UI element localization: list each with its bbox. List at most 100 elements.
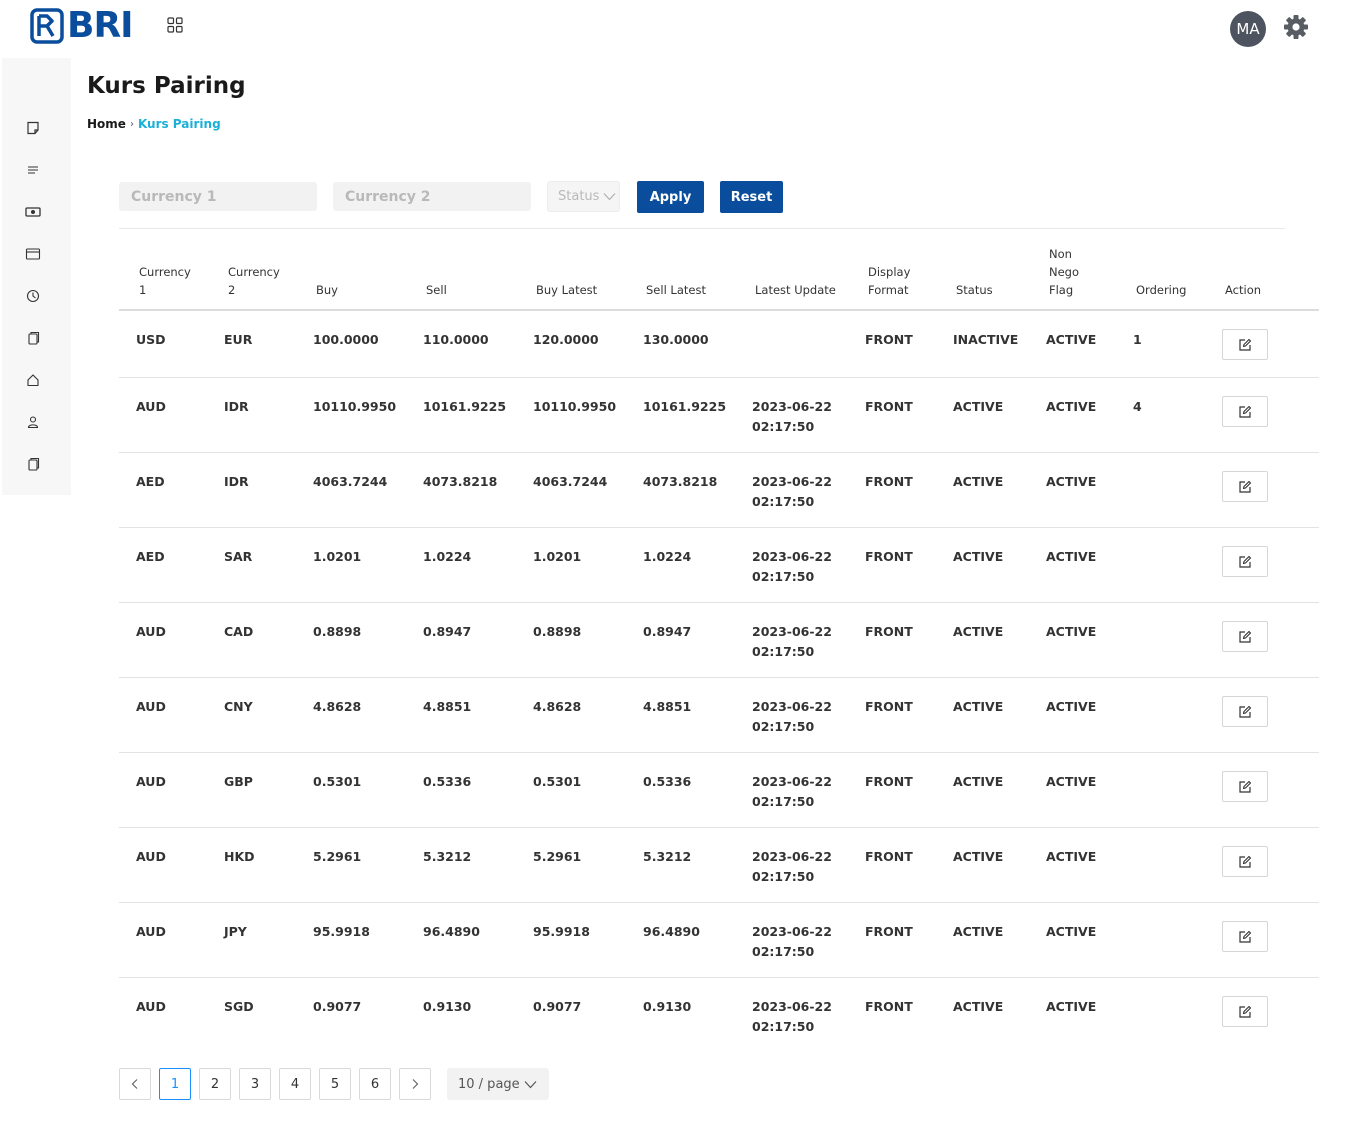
- cell-display-format: FRONT: [865, 332, 913, 347]
- cell-sell-latest: 0.5336: [643, 774, 692, 789]
- edit-button[interactable]: [1222, 996, 1268, 1027]
- cell-currency2: IDR: [224, 474, 249, 489]
- avatar[interactable]: MA: [1230, 11, 1266, 47]
- cell-currency1: AUD: [136, 849, 166, 864]
- cell-non-nego-flag: ACTIVE: [1046, 332, 1097, 347]
- cell-buy: 4.8628: [313, 699, 362, 714]
- page-size-select[interactable]: 10 / page: [447, 1068, 549, 1100]
- status-select[interactable]: Status: [547, 181, 620, 212]
- cell-sell: 0.9130: [423, 999, 472, 1014]
- cell-buy: 0.5301: [313, 774, 362, 789]
- sidebar-item-list[interactable]: [25, 162, 41, 178]
- cell-currency2: SGD: [224, 999, 254, 1014]
- cell-buy: 4063.7244: [313, 474, 388, 489]
- user-icon: [27, 416, 39, 429]
- cell-currency2: HKD: [224, 849, 255, 864]
- status-select-label: Status: [558, 189, 600, 204]
- cell-buy: 10110.9950: [313, 399, 397, 414]
- page-6-button[interactable]: 6: [359, 1068, 391, 1100]
- sidebar-item-card[interactable]: [25, 246, 41, 262]
- sidebar-item-money[interactable]: [25, 204, 41, 220]
- grid-icon[interactable]: [167, 17, 183, 33]
- cell-non-nego-flag: ACTIVE: [1046, 849, 1097, 864]
- page-2-button[interactable]: 2: [199, 1068, 231, 1100]
- edit-button[interactable]: [1222, 846, 1268, 877]
- gear-icon[interactable]: [1282, 13, 1310, 41]
- cell-display-format: FRONT: [865, 399, 913, 414]
- edit-icon: [1239, 338, 1252, 351]
- list-icon: [28, 166, 38, 174]
- currency1-input[interactable]: [119, 182, 317, 211]
- header-sell-latest: Sell Latest: [646, 283, 706, 297]
- chevron-down-icon: [603, 193, 616, 201]
- edit-button[interactable]: [1222, 921, 1268, 952]
- cell-currency2: CAD: [224, 624, 254, 639]
- page-1-button[interactable]: 1: [159, 1068, 191, 1100]
- cell-sell: 4073.8218: [423, 474, 498, 489]
- sidebar-item-copy[interactable]: [25, 456, 41, 472]
- breadcrumb-home-link[interactable]: Home: [87, 117, 126, 131]
- table-row: AED IDR 4063.7244 4073.8218 4063.7244 40…: [119, 453, 1319, 528]
- cell-currency1: AUD: [136, 699, 166, 714]
- cell-ordering: 4: [1133, 399, 1142, 414]
- page-5-button[interactable]: 5: [319, 1068, 351, 1100]
- table-row: AUD GBP 0.5301 0.5336 0.5301 0.5336 2023…: [119, 753, 1319, 828]
- edit-button[interactable]: [1222, 621, 1268, 652]
- cell-buy-latest: 10110.9950: [533, 399, 617, 414]
- page-4-button[interactable]: 4: [279, 1068, 311, 1100]
- edit-button[interactable]: [1222, 546, 1268, 577]
- cell-buy-latest: 120.0000: [533, 332, 599, 347]
- cell-sell-latest: 10161.9225: [643, 399, 727, 414]
- divider: [119, 228, 1285, 229]
- cell-non-nego-flag: ACTIVE: [1046, 774, 1097, 789]
- cell-non-nego-flag: ACTIVE: [1046, 699, 1097, 714]
- cell-latest-update: 2023-06-22 02:17:50: [752, 999, 832, 1034]
- reset-button[interactable]: Reset: [720, 181, 783, 213]
- chevron-right-icon: [412, 1079, 419, 1089]
- cell-buy: 0.8898: [313, 624, 362, 639]
- cell-status: ACTIVE: [953, 624, 1004, 639]
- cell-sell: 110.0000: [423, 332, 489, 347]
- cell-status: ACTIVE: [953, 549, 1004, 564]
- currency2-input[interactable]: [333, 182, 531, 211]
- edit-button[interactable]: [1222, 696, 1268, 727]
- cell-non-nego-flag: ACTIVE: [1046, 924, 1097, 939]
- cell-sell: 4.8851: [423, 699, 472, 714]
- sidebar-item-history[interactable]: [25, 288, 41, 304]
- prev-page-button[interactable]: [119, 1068, 151, 1100]
- header-buy-latest: Buy Latest: [536, 283, 598, 297]
- cell-buy: 100.0000: [313, 332, 379, 347]
- sidebar-item-home[interactable]: [25, 372, 41, 388]
- sidebar-item-notes[interactable]: [25, 120, 41, 136]
- next-page-button[interactable]: [399, 1068, 431, 1100]
- cell-sell-latest: 4.8851: [643, 699, 692, 714]
- table-row: AUD IDR 10110.9950 10161.9225 10110.9950…: [119, 378, 1319, 453]
- cell-currency1: AUD: [136, 399, 166, 414]
- edit-button[interactable]: [1222, 471, 1268, 502]
- edit-button[interactable]: [1222, 771, 1268, 802]
- page-3-button[interactable]: 3: [239, 1068, 271, 1100]
- top-bar: BRI MA: [0, 0, 1363, 56]
- cell-sell-latest: 1.0224: [643, 549, 692, 564]
- cell-display-format: FRONT: [865, 549, 913, 564]
- chevron-down-icon: [524, 1080, 537, 1088]
- cell-non-nego-flag: ACTIVE: [1046, 624, 1097, 639]
- header-currency2: Currency 2: [228, 265, 280, 297]
- header-ordering: Ordering: [1136, 283, 1187, 297]
- cell-display-format: FRONT: [865, 924, 913, 939]
- breadcrumb-current: Kurs Pairing: [137, 117, 221, 131]
- cell-currency2: CNY: [224, 699, 253, 714]
- edit-button[interactable]: [1222, 329, 1268, 360]
- cell-buy: 5.2961: [313, 849, 362, 864]
- cell-currency1: AED: [136, 549, 165, 564]
- sidebar-item-user[interactable]: [25, 414, 41, 430]
- sidebar-item-documents[interactable]: [25, 330, 41, 346]
- cell-currency1: AUD: [136, 999, 166, 1014]
- cell-status: ACTIVE: [953, 924, 1004, 939]
- edit-button[interactable]: [1222, 396, 1268, 427]
- apply-button[interactable]: Apply: [637, 181, 704, 213]
- bri-logo[interactable]: BRI: [30, 6, 134, 46]
- cell-latest-update: 2023-06-22 02:17:50: [752, 474, 832, 509]
- cell-status: ACTIVE: [953, 999, 1004, 1014]
- cell-display-format: FRONT: [865, 474, 913, 489]
